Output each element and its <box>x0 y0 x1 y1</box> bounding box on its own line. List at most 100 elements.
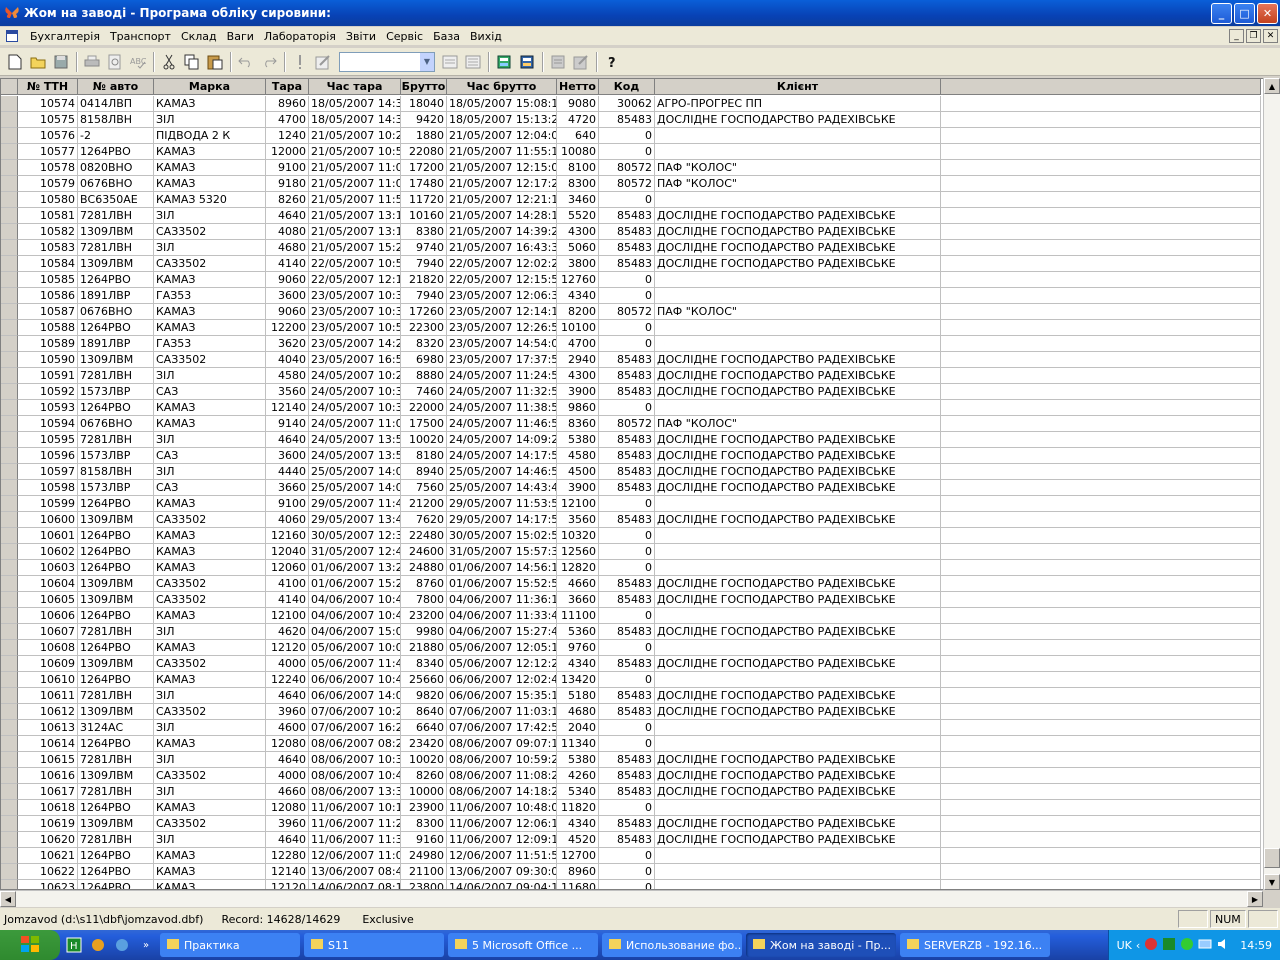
cell-9[interactable] <box>655 608 941 624</box>
row-indicator[interactable] <box>1 224 18 240</box>
table-row[interactable]: 105837281ЛВНЗІЛ468021/05/2007 15:26:1997… <box>1 240 1261 256</box>
cell-4[interactable]: 05/06/2007 10:03:02 <box>309 640 401 656</box>
cell-1[interactable]: 3124АС <box>78 720 154 736</box>
table-row[interactable]: 105991264РВОКАМАЗ910029/05/2007 11:44:43… <box>1 496 1261 512</box>
table-row[interactable]: 106157281ЛВНЗІЛ464008/06/2007 10:32:0810… <box>1 752 1261 768</box>
cell-5[interactable]: 22480 <box>401 528 447 544</box>
cell-5[interactable]: 23200 <box>401 608 447 624</box>
row-indicator[interactable] <box>1 176 18 192</box>
column-header[interactable]: Клієнт <box>655 79 941 95</box>
cell-3[interactable]: 4640 <box>266 752 309 768</box>
cell-7[interactable]: 4500 <box>557 464 599 480</box>
table-row[interactable]: 106051309ЛВМСАЗ3502414004/06/2007 10:44:… <box>1 592 1261 608</box>
table-row[interactable]: 105790676ВНОКАМАЗ918021/05/2007 11:04:30… <box>1 176 1261 192</box>
cell-1[interactable]: 1309ЛВМ <box>78 656 154 672</box>
row-indicator[interactable] <box>1 112 18 128</box>
cell-1[interactable]: 0676ВНО <box>78 416 154 432</box>
cell-3[interactable]: 3960 <box>266 816 309 832</box>
cell-9[interactable] <box>655 864 941 880</box>
cell-5[interactable]: 17500 <box>401 416 447 432</box>
cell-2[interactable]: ЗІЛ <box>154 208 266 224</box>
cell-5[interactable]: 7800 <box>401 592 447 608</box>
table-row[interactable]: 106191309ЛВМСАЗ3502396011/06/2007 11:28:… <box>1 816 1261 832</box>
close-button[interactable]: ✕ <box>1257 2 1278 24</box>
cell-2[interactable]: ЗІЛ <box>154 624 266 640</box>
cell-7[interactable]: 5360 <box>557 624 599 640</box>
cell-9[interactable]: ДОСЛІДНЕ ГОСПОДАРСТВО РАДЕХІВСЬКЕ <box>655 656 941 672</box>
cell-8[interactable]: 0 <box>599 848 655 864</box>
table-row[interactable]: 106161309ЛВМСАЗ3502400008/06/2007 10:44:… <box>1 768 1261 784</box>
filter-combobox[interactable]: ▼ <box>339 51 435 72</box>
cell-4[interactable]: 23/05/2007 10:35:49 <box>309 288 401 304</box>
cell-5[interactable]: 10160 <box>401 208 447 224</box>
cell-8[interactable]: 85483 <box>599 432 655 448</box>
cell-1[interactable]: 1309ЛВМ <box>78 816 154 832</box>
cell-0[interactable]: 10615 <box>18 752 78 768</box>
cell-2[interactable]: САЗ3502 <box>154 576 266 592</box>
cell-1[interactable]: 1309ЛВМ <box>78 224 154 240</box>
cell-2[interactable]: САЗ3502 <box>154 768 266 784</box>
cell-8[interactable]: 85483 <box>599 368 655 384</box>
cell-3[interactable]: 3620 <box>266 336 309 352</box>
cell-9[interactable]: ДОСЛІДНЕ ГОСПОДАРСТВО РАДЕХІВСЬКЕ <box>655 688 941 704</box>
cell-4[interactable]: 08/06/2007 08:20:59 <box>309 736 401 752</box>
cell-5[interactable]: 21200 <box>401 496 447 512</box>
redo-icon[interactable] <box>258 51 280 73</box>
cell-8[interactable]: 85483 <box>599 240 655 256</box>
cell-1[interactable]: 7281ЛВН <box>78 208 154 224</box>
cell-0[interactable]: 10580 <box>18 192 78 208</box>
cell-8[interactable]: 0 <box>599 640 655 656</box>
quicklaunch-more-icon[interactable]: » <box>136 935 156 955</box>
cell-6[interactable]: 23/05/2007 12:26:56 <box>447 320 557 336</box>
cell-6[interactable]: 21/05/2007 11:55:10 <box>447 144 557 160</box>
cell-8[interactable]: 85483 <box>599 576 655 592</box>
row-indicator[interactable] <box>1 416 18 432</box>
taskbar-button[interactable]: S11 <box>304 933 444 957</box>
cell-1[interactable]: 1309ЛВМ <box>78 576 154 592</box>
cell-3[interactable]: 9100 <box>266 496 309 512</box>
cell-9[interactable] <box>655 800 941 816</box>
cell-7[interactable]: 4700 <box>557 336 599 352</box>
cell-3[interactable]: 4440 <box>266 464 309 480</box>
row-indicator[interactable] <box>1 288 18 304</box>
cell-0[interactable]: 10588 <box>18 320 78 336</box>
cell-8[interactable]: 0 <box>599 144 655 160</box>
cell-3[interactable]: 3960 <box>266 704 309 720</box>
cell-9[interactable]: ДОСЛІДНЕ ГОСПОДАРСТВО РАДЕХІВСЬКЕ <box>655 480 941 496</box>
minimize-button[interactable]: _ <box>1211 2 1232 24</box>
cell-0[interactable]: 10616 <box>18 768 78 784</box>
cell-0[interactable]: 10607 <box>18 624 78 640</box>
cell-2[interactable]: КАМАЗ <box>154 608 266 624</box>
cell-6[interactable]: 21/05/2007 12:15:08 <box>447 160 557 176</box>
cell-7[interactable]: 5060 <box>557 240 599 256</box>
cell-0[interactable]: 10600 <box>18 512 78 528</box>
table-row[interactable]: 105981573ЛВРСАЗ366025/05/2007 14:03:0275… <box>1 480 1261 496</box>
table-row[interactable]: 105841309ЛВМСАЗ3502414022/05/2007 10:53:… <box>1 256 1261 272</box>
maximize-button[interactable]: □ <box>1234 2 1255 24</box>
cell-1[interactable]: 1309ЛВМ <box>78 352 154 368</box>
cell-1[interactable]: 7281ЛВН <box>78 240 154 256</box>
cell-9[interactable]: ДОСЛІДНЕ ГОСПОДАРСТВО РАДЕХІВСЬКЕ <box>655 224 941 240</box>
row-indicator[interactable] <box>1 608 18 624</box>
scroll-thumb[interactable] <box>1264 848 1280 868</box>
cell-6[interactable]: 24/05/2007 14:17:59 <box>447 448 557 464</box>
table-row[interactable]: 105901309ЛВМСАЗ3502404023/05/2007 16:52:… <box>1 352 1261 368</box>
cell-6[interactable]: 04/06/2007 11:33:41 <box>447 608 557 624</box>
cell-7[interactable]: 9080 <box>557 96 599 112</box>
taskbar-button[interactable]: 5 Microsoft Office ... <box>448 933 598 957</box>
cell-3[interactable]: 9100 <box>266 160 309 176</box>
cell-6[interactable]: 24/05/2007 11:32:56 <box>447 384 557 400</box>
records-grid[interactable]: № ТТН № авто Марка Тара Час тара Брутто Час бр… <box>0 78 1280 890</box>
undo-icon[interactable] <box>235 51 257 73</box>
cell-6[interactable]: 24/05/2007 11:46:55 <box>447 416 557 432</box>
cell-6[interactable]: 25/05/2007 14:46:55 <box>447 464 557 480</box>
tray-shield-icon[interactable] <box>1144 937 1158 954</box>
mdi-restore-button[interactable]: ❐ <box>1246 29 1261 43</box>
cell-8[interactable]: 85483 <box>599 832 655 848</box>
column-header[interactable]: Брутто <box>401 79 447 95</box>
column-header[interactable]: Час брутто <box>447 79 557 95</box>
cell-0[interactable]: 10592 <box>18 384 78 400</box>
cell-9[interactable]: ДОСЛІДНЕ ГОСПОДАРСТВО РАДЕХІВСЬКЕ <box>655 352 941 368</box>
print-preview-icon[interactable] <box>104 51 126 73</box>
row-indicator[interactable] <box>1 304 18 320</box>
